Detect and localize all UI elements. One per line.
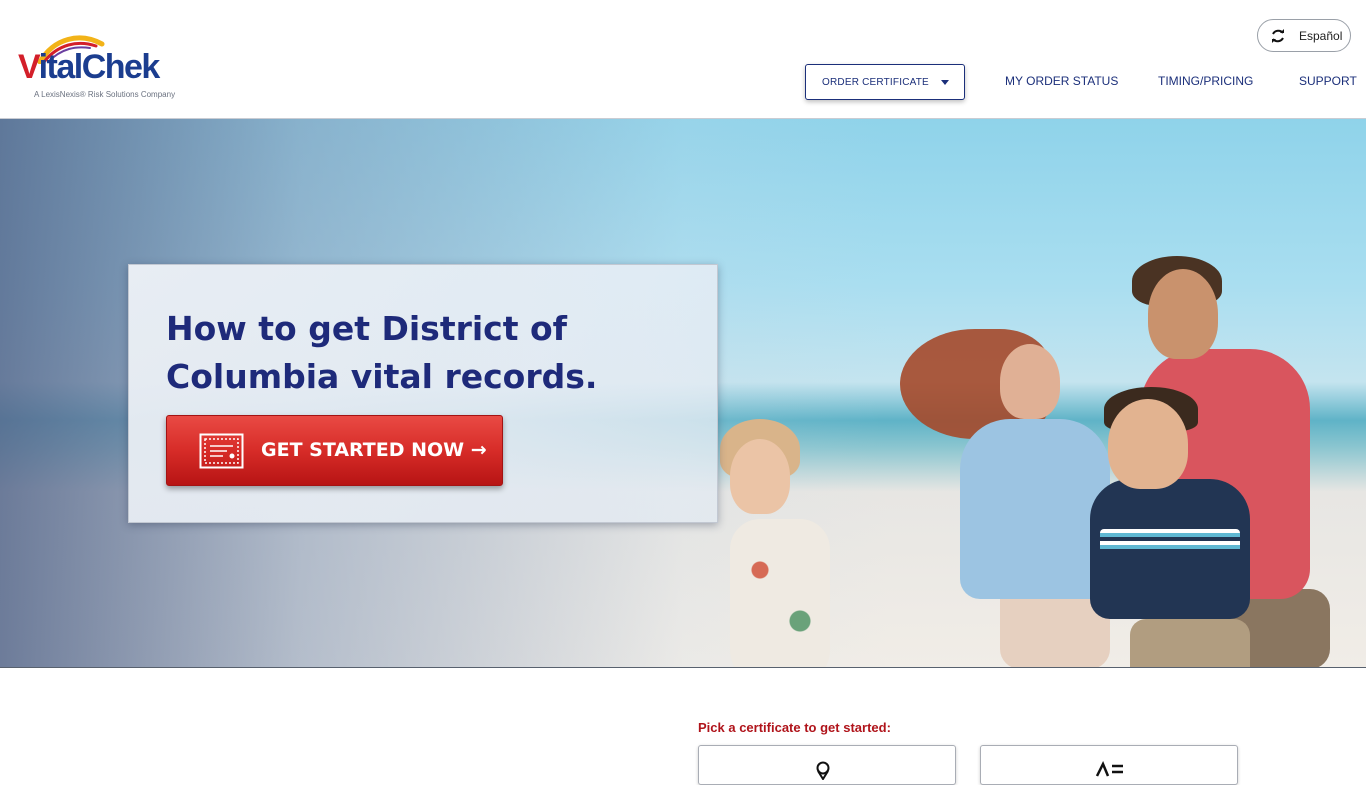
get-started-button[interactable]: GET STARTED NOW → [166,415,503,486]
photo-shape [960,419,1110,599]
certificate-icon [199,433,244,469]
certificate-card-type[interactable] [980,745,1238,785]
site-header: VitalChek A LexisNexis® Risk Solutions C… [0,0,1366,119]
refresh-icon [1272,29,1284,43]
photo-shape [1108,399,1188,489]
nav-my-order-status[interactable]: MY ORDER STATUS [1005,74,1118,88]
certificate-type-icon [1095,760,1123,777]
nav-support[interactable]: SUPPORT [1299,74,1357,88]
get-started-label: GET STARTED NOW → [261,439,487,461]
order-certificate-label: ORDER CERTIFICATE [822,77,929,88]
vitalchek-logo[interactable]: VitalChek A LexisNexis® Risk Solutions C… [14,34,184,104]
hero-card: How to get District of Columbia vital re… [128,264,718,523]
logo-wordmark: VitalChek [18,48,160,86]
photo-shape [1100,529,1240,553]
certificate-card-location[interactable] [698,745,956,785]
photo-shape [730,519,830,667]
order-certificate-dropdown[interactable]: ORDER CERTIFICATE [805,64,965,100]
certificate-prompt: Pick a certificate to get started: [698,720,891,735]
caret-down-icon [941,80,949,85]
language-label: Español [1299,29,1343,43]
photo-shape [1000,344,1060,419]
location-pin-icon [816,761,830,780]
photo-shape [1148,269,1218,359]
language-toggle-button[interactable]: Español [1257,19,1351,52]
photo-shape [730,439,790,514]
photo-shape [1130,619,1250,667]
nav-timing-pricing[interactable]: TIMING/PRICING [1158,74,1253,88]
hero-title: How to get District of Columbia vital re… [166,309,598,396]
logo-tagline: A LexisNexis® Risk Solutions Company [34,90,176,99]
